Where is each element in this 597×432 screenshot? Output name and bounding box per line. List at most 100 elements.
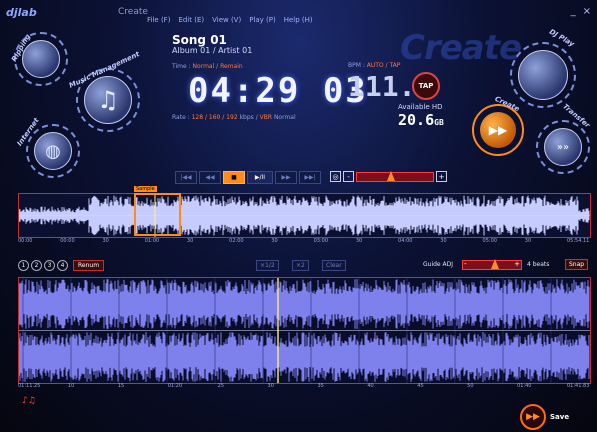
guide-adj-label: Guide ADJ	[423, 261, 454, 268]
hd-value: 20.6GB	[398, 111, 444, 129]
song-title: Song 01	[172, 33, 227, 47]
cd-icon	[22, 40, 60, 78]
timeline-tick-label: 30	[267, 383, 274, 389]
clear-button[interactable]: Clear	[322, 260, 346, 271]
guide-minus-button[interactable]: -	[464, 260, 467, 268]
transport-controls: |◀◀ ◀◀ ■ ▶/II ▶▶ ▶▶|	[175, 171, 321, 184]
pitch-control: ◎ - +	[330, 170, 447, 182]
app-logo: djlab	[6, 6, 37, 19]
stop-button[interactable]: ■	[223, 171, 245, 184]
menu-help[interactable]: Help (H)	[284, 16, 313, 24]
pitch-reset-icon[interactable]: ◎	[330, 171, 341, 182]
skip-end-button[interactable]: ▶▶|	[299, 171, 321, 184]
hd-label: Available HD	[398, 103, 443, 111]
timeline-tick-label: 01:20	[167, 383, 183, 389]
save-control[interactable]: ▶▶ Save	[520, 404, 569, 430]
time-mode-normal[interactable]: Normal	[193, 63, 215, 70]
nav-internet[interactable]: ◍	[26, 124, 80, 178]
half-speed-button[interactable]: ×1/2	[256, 260, 279, 271]
skip-start-button[interactable]: |◀◀	[175, 171, 197, 184]
timeline-tick-label: 00:00	[60, 238, 75, 244]
timeline-tick-label: 30	[440, 238, 447, 244]
timeline-tick-label: 00:00	[18, 238, 33, 244]
timeline-tick-label: 01:00	[144, 238, 160, 244]
overview-timeline: 00:00 00:00 30 01:00 30 02:00 30 03:00 30 04:00 30…	[18, 238, 589, 246]
rate-vbr[interactable]: VBR	[260, 114, 272, 121]
save-icon[interactable]: ▶▶	[520, 404, 546, 430]
time-mode: Time : Normal / Remain	[172, 63, 243, 70]
marker-buttons: 1 2 3 4	[18, 260, 68, 271]
fast-forward-icon: ▶▶	[480, 112, 516, 148]
marker-2-button[interactable]: 2	[31, 260, 42, 271]
rewind-button[interactable]: ◀◀	[199, 171, 221, 184]
double-speed-button[interactable]: ×2	[292, 260, 309, 271]
timeline-tick-label: 02:00	[229, 238, 244, 244]
timeline-tick-label: 01:11.25	[18, 383, 41, 389]
music-note-icon: ♫	[84, 76, 132, 124]
timeline-tick-label: 30	[524, 238, 532, 244]
overview-waveform[interactable]	[18, 193, 591, 238]
marker-1-button[interactable]: 1	[18, 260, 29, 271]
menu-view[interactable]: View (V)	[212, 16, 241, 24]
nav-dj-play[interactable]	[510, 42, 576, 108]
save-label[interactable]: Save	[550, 413, 569, 421]
menu-bar: File (F) Edit (E) View (V) Play (P) Help…	[147, 16, 313, 24]
snap-button[interactable]: Snap	[565, 259, 589, 270]
menu-play[interactable]: Play (P)	[249, 16, 276, 24]
guide-adj-slider[interactable]: - +	[462, 259, 522, 270]
timeline-tick-label: 30	[271, 238, 278, 244]
timeline-tick-label: 45	[417, 383, 424, 389]
hd-unit: GB	[434, 118, 444, 127]
menu-file[interactable]: File (F)	[147, 16, 170, 24]
timeline-tick-label: 50	[467, 383, 474, 389]
marker-3-button[interactable]: 3	[44, 260, 55, 271]
song-subtitle: Album 01 / Artist 01	[172, 46, 253, 55]
rate-mode: Normal	[273, 114, 296, 121]
minimize-button[interactable]: _	[571, 6, 576, 17]
close-button[interactable]: ×	[583, 6, 591, 17]
bpm-label: BPM :	[348, 62, 365, 69]
timeline-tick-label: 30	[186, 238, 194, 244]
timeline-tick-label: 05:00	[482, 238, 497, 244]
pitch-slider-thumb[interactable]	[387, 170, 396, 181]
window-controls: _ ×	[571, 6, 591, 17]
timeline-tick-label: 30	[355, 238, 363, 244]
pitch-plus-button[interactable]: +	[436, 171, 447, 182]
rate-unit: kbps	[239, 114, 254, 121]
timeline-tick-label: 05:54.11	[567, 238, 590, 244]
tap-button[interactable]: TAP	[412, 72, 440, 100]
timeline-tick-label: 01:41.83	[567, 383, 590, 389]
bpm-auto-tap[interactable]: AUTO / TAP	[367, 62, 401, 69]
time-display: 04:29 03	[188, 71, 368, 111]
time-mode-remain[interactable]: Remain	[220, 63, 243, 70]
renum-button[interactable]: Renum	[73, 260, 105, 271]
detail-timeline: 01:11.25 10 15 01:20 25 30 35 40 45 50 01:40 01:41.…	[18, 383, 589, 391]
timeline-tick-label: 03:00	[313, 238, 329, 244]
fast-forward-button[interactable]: ▶▶	[275, 171, 297, 184]
detail-waveform[interactable]	[18, 277, 591, 384]
timeline-tick-label: 25	[217, 383, 224, 389]
sample-marker-label: Sample	[134, 186, 157, 192]
timeline-tick-label: 30	[102, 238, 109, 244]
globe-icon: ◍	[34, 132, 72, 170]
transfer-arrows-icon: »»	[544, 128, 582, 166]
rate-values[interactable]: 128 / 160 / 192	[192, 114, 238, 121]
guide-beats: beats	[532, 261, 550, 268]
rate-info: Rate : 128 / 160 / 192 kbps / VBR Normal	[172, 114, 296, 121]
marker-4-button[interactable]: 4	[57, 260, 68, 271]
pitch-minus-button[interactable]: -	[343, 171, 354, 182]
pitch-slider[interactable]	[356, 170, 434, 182]
sample-selection-box[interactable]	[134, 193, 181, 236]
djlab-small-logo: ♪♫	[22, 396, 36, 406]
timeline-tick-label: 40	[367, 383, 374, 389]
menu-edit[interactable]: Edit (E)	[178, 16, 204, 24]
play-pause-button[interactable]: ▶/II	[247, 171, 273, 184]
guide-value: 4 beats	[527, 261, 549, 268]
rate-label: Rate :	[172, 114, 190, 121]
guide-plus-button[interactable]: +	[514, 260, 520, 268]
bpm-mode: BPM : AUTO / TAP	[348, 62, 400, 69]
nav-transfer[interactable]: »»	[536, 120, 590, 174]
guide-slider-thumb[interactable]	[491, 259, 499, 269]
timeline-tick-label: 15	[117, 383, 125, 389]
timeline-tick-label: 04:00	[398, 238, 413, 244]
